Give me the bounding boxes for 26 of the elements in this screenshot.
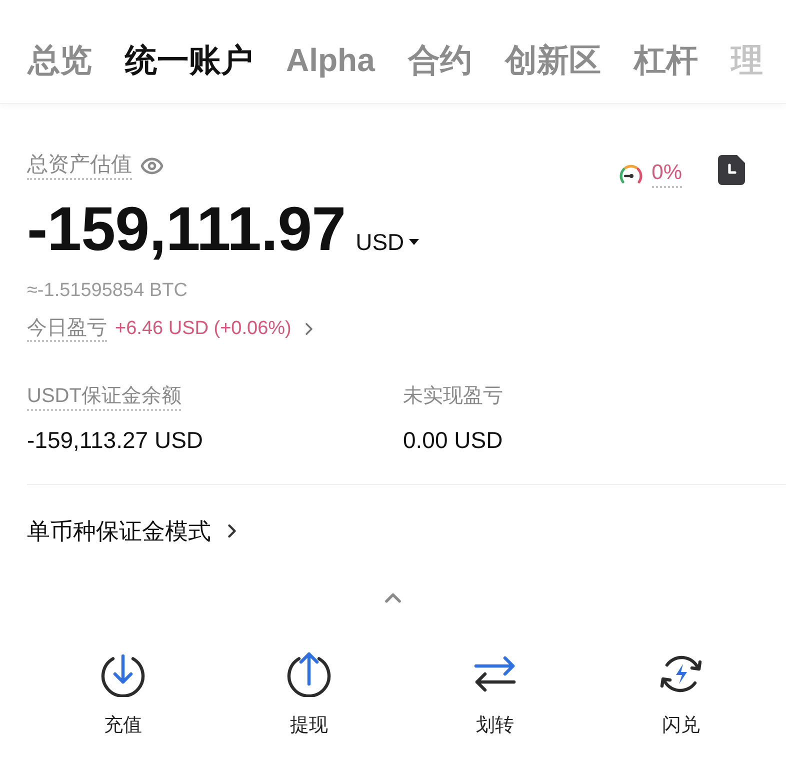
action-button[interactable]: 充值: [30, 651, 216, 739]
tab[interactable]: Alpha: [286, 40, 375, 80]
action-button[interactable]: 闪兑: [588, 651, 774, 739]
tab[interactable]: 总览: [28, 40, 92, 80]
tab[interactable]: 合约: [408, 40, 472, 80]
margin-mode-link[interactable]: 单币种保证金模式: [27, 515, 243, 547]
risk-ratio-value[interactable]: 0%: [652, 160, 682, 188]
today-pnl-label[interactable]: 今日盈亏: [27, 316, 107, 342]
tab[interactable]: 杠杆: [634, 40, 698, 80]
action-button[interactable]: 提现: [216, 651, 402, 739]
tab[interactable]: 创新区: [504, 40, 601, 80]
stat-value: -159,113.27 USD: [27, 426, 204, 455]
gauge-icon: [618, 163, 644, 185]
document-clock-icon[interactable]: [718, 155, 745, 185]
today-pnl-value[interactable]: +6.46 USD (+0.06%): [115, 317, 292, 341]
btc-equivalent: ≈-1.51595854 BTC: [27, 279, 188, 303]
stat-label: 未实现盈亏: [403, 384, 503, 409]
total-assets-amount: -159,111.97: [27, 195, 346, 265]
caret-down-icon: [409, 239, 420, 245]
tab[interactable]: 统一账户: [125, 40, 253, 80]
stat-value: 0.00 USD: [403, 426, 503, 455]
total-assets-label[interactable]: 总资产估值: [27, 152, 132, 180]
stat-label: USDT保证金余额: [27, 383, 182, 411]
arrow-up-circle-icon: [286, 651, 332, 697]
action-button[interactable]: 划转: [402, 651, 588, 739]
currency-selector[interactable]: USD: [356, 228, 420, 256]
